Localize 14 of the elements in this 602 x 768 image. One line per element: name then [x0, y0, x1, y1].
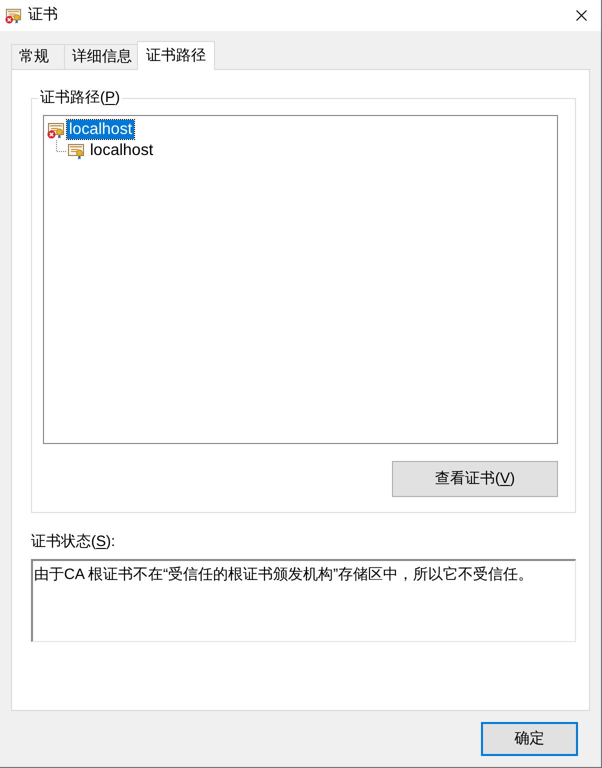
view-certificate-button[interactable]: 查看证书(V): [392, 461, 558, 497]
tree-connector-line: [56, 140, 67, 152]
tree-item[interactable]: localhost: [89, 141, 154, 160]
status-text: 由于CA 根证书不在“受信任的根证书颁发机构”存储区中，所以它不受信任。: [34, 566, 534, 583]
close-icon: [576, 10, 586, 21]
certificate-error-icon: [5, 7, 22, 24]
tab[interactable]: 常规: [11, 44, 65, 69]
tab[interactable]: 证书路径: [137, 41, 215, 70]
window-title: 证书: [28, 5, 58, 26]
status-label: 证书状态(S):: [31, 532, 116, 552]
ok-button[interactable]: 确定: [481, 722, 578, 756]
tree-item[interactable]: localhost: [67, 120, 134, 139]
group-label: 证书路径(P): [39, 89, 122, 107]
tree-view[interactable]: localhost localhost: [43, 115, 558, 444]
